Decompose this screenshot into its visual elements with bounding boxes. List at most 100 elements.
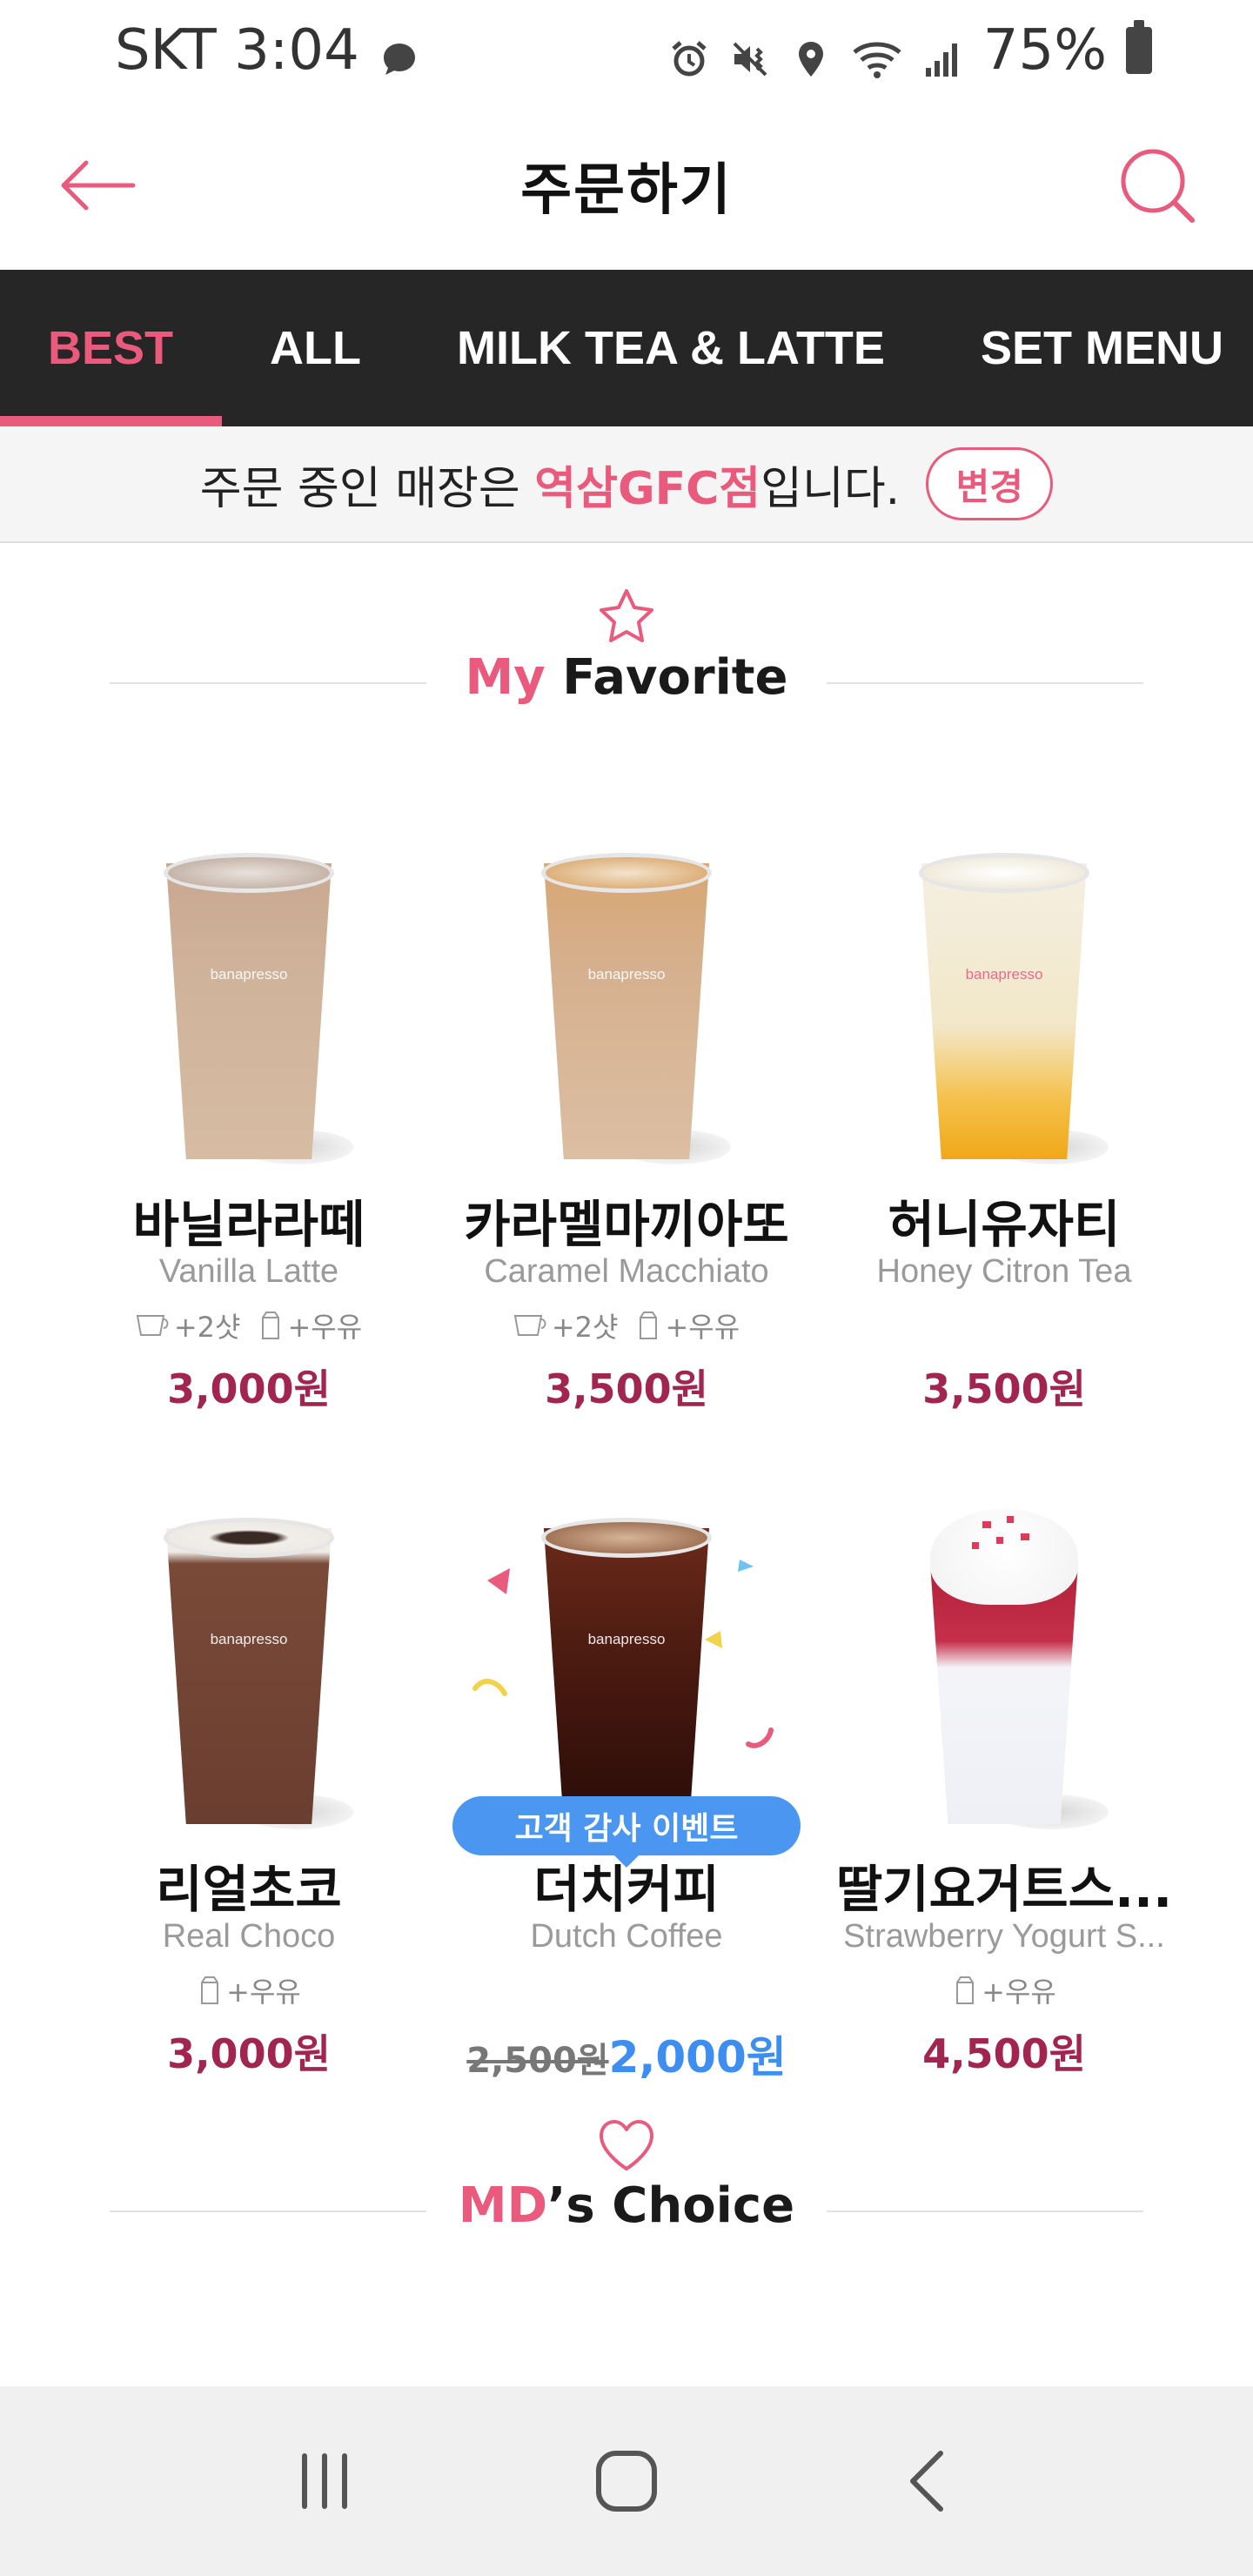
- product-card-vanilla-latte[interactable]: banapresso 바닐라라떼 Vanilla Latte +2샷 +우유 3…: [66, 844, 432, 1471]
- product-price: 3,000원: [167, 2030, 331, 2077]
- product-name-ko: 리얼초코: [156, 1860, 342, 1919]
- status-right: 75%: [668, 18, 1152, 83]
- status-bar: SKT 3:04 75%: [0, 0, 1253, 101]
- md-choice-title: MD’s Choice: [0, 2177, 1253, 2234]
- status-left: SKT 3:04: [115, 18, 420, 83]
- cup-icon: [513, 1315, 546, 1336]
- product-price: 4,500원: [922, 2030, 1086, 2077]
- location-icon: [790, 30, 832, 77]
- drink-image: banapresso: [891, 844, 1117, 1166]
- option-milk: +우유: [258, 1305, 362, 1345]
- original-price: 2,500원: [466, 2041, 609, 2081]
- option-shot-label: +2샷: [551, 1311, 619, 1344]
- recent-apps-icon: [302, 2453, 348, 2509]
- option-milk: +우유: [952, 1970, 1056, 2010]
- option-milk: +우유: [635, 1305, 740, 1345]
- option-milk-label: +우유: [982, 1976, 1056, 2009]
- drink-image: banapresso: [513, 844, 740, 1166]
- option-shot: +2샷: [513, 1305, 619, 1345]
- cup-logo: banapresso: [587, 966, 666, 983]
- event-badge: 고객 감사 이벤트: [452, 1796, 801, 1855]
- milk-carton-icon: [640, 1311, 658, 1339]
- alarm-icon: [668, 30, 710, 77]
- favorite-section-heading: My Favorite: [0, 587, 1253, 726]
- tab-milk-tea-latte[interactable]: MILK TEA & LATTE: [409, 270, 933, 426]
- tab-best[interactable]: BEST: [0, 270, 223, 426]
- page-title: 주문하기: [520, 158, 733, 223]
- heart-icon: [600, 2120, 653, 2170]
- product-name-en: Honey Citron Tea: [876, 1253, 1132, 1290]
- cup-logo: banapresso: [210, 966, 288, 983]
- product-name-ko: 더치커피: [533, 1860, 720, 1919]
- vibrate-mute-icon: [729, 30, 771, 77]
- cup-logo: banapresso: [210, 1631, 288, 1647]
- search-button[interactable]: [1114, 142, 1201, 229]
- store-text: 주문 중인 매장은 역삼GFC점입니다.: [200, 452, 900, 517]
- milk-carton-icon: [956, 1976, 975, 2004]
- product-card-dutch-coffee[interactable]: banapresso 고객 감사 이벤트 더치커피 Dutch Coffee 2…: [444, 1509, 809, 2136]
- drink-image: banapresso: [472, 1509, 774, 1831]
- strawberry-bits: [972, 1516, 1029, 1549]
- search-icon: [1121, 149, 1195, 223]
- tab-set-menu[interactable]: SET MENU: [933, 270, 1253, 426]
- product-card-strawberry-yogurt[interactable]: 딸기요거트스... Strawberry Yogurt S... +우유 4,5…: [821, 1509, 1187, 2136]
- favorite-title-accent: My: [465, 649, 546, 706]
- cup-logo: banapresso: [965, 966, 1043, 983]
- arrow-left-icon: [61, 160, 136, 211]
- category-tab-bar: BEST ALL MILK TEA & LATTE SET MENU: [0, 270, 1253, 426]
- md-choice-section-heading: MD’s Choice: [0, 2115, 1253, 2254]
- favorite-title-text: Favorite: [545, 649, 788, 706]
- signal-icon: [922, 30, 964, 77]
- option-shot-label: +2샷: [173, 1311, 241, 1344]
- recent-apps-button[interactable]: [272, 2429, 377, 2533]
- home-button[interactable]: [574, 2429, 679, 2533]
- tab-all[interactable]: ALL: [222, 270, 409, 426]
- chevron-left-icon: [909, 2451, 943, 2512]
- option-milk: +우유: [197, 1970, 301, 2010]
- cup-rim: [164, 1518, 334, 1558]
- product-name-ko: 딸기요거트스...: [835, 1860, 1173, 1919]
- cup-rim: [164, 853, 334, 893]
- cup: [544, 863, 709, 1159]
- cup-rim: [541, 853, 712, 893]
- product-price: 2,500원2,000원: [444, 2023, 809, 2085]
- store-name: 역삼GFC점: [534, 462, 761, 515]
- cup: [544, 1528, 709, 1824]
- product-name-ko: 카라멜마끼아또: [464, 1195, 789, 1254]
- product-name-en: Dutch Coffee: [530, 1918, 723, 1955]
- system-back-button[interactable]: [876, 2429, 981, 2533]
- milk-carton-icon: [201, 1976, 219, 2004]
- option-milk-label: +우유: [226, 1976, 301, 2009]
- product-name-ko: 바닐라라떼: [132, 1195, 365, 1254]
- app-header: 주문하기: [0, 101, 1253, 270]
- favorite-title: My Favorite: [0, 649, 1253, 706]
- cup: [166, 863, 332, 1159]
- product-price: 3,500원: [922, 1365, 1086, 1412]
- drink-image: banapresso: [136, 1509, 362, 1831]
- cup-icon: [136, 1315, 169, 1336]
- change-store-button[interactable]: 변경: [926, 447, 1054, 520]
- back-button[interactable]: [54, 142, 141, 229]
- battery-icon: [1126, 20, 1152, 74]
- star-icon: [600, 589, 653, 642]
- product-options: +2샷 +우유: [66, 1305, 432, 1345]
- md-choice-title-accent: MD: [458, 2177, 548, 2234]
- md-choice-title-text: ’s Choice: [547, 2177, 795, 2234]
- product-name-en: Strawberry Yogurt S...: [843, 1918, 1165, 1955]
- sale-price: 2,000원: [608, 2032, 787, 2083]
- home-icon: [595, 2451, 657, 2512]
- product-price: 3,000원: [167, 1365, 331, 1412]
- product-card-honey-citron-tea[interactable]: banapresso 허니유자티 Honey Citron Tea 3,500원: [821, 844, 1187, 1471]
- system-nav-bar: [0, 2386, 1253, 2576]
- store-prefix: 주문 중인 매장은: [199, 462, 520, 515]
- product-card-real-choco[interactable]: banapresso 리얼초코 Real Choco +우유 3,000원: [66, 1509, 432, 2136]
- carrier-time: SKT 3:04: [115, 18, 359, 83]
- product-options: +2샷 +우유: [444, 1305, 809, 1345]
- product-name-en: Real Choco: [162, 1918, 336, 1955]
- store-info-bar: 주문 중인 매장은 역삼GFC점입니다. 변경: [0, 426, 1253, 543]
- drink-image: banapresso: [136, 844, 362, 1166]
- product-name-ko: 허니유자티: [888, 1195, 1121, 1254]
- cup-rim: [919, 853, 1089, 893]
- wifi-icon: [851, 30, 903, 78]
- product-card-caramel-macchiato[interactable]: banapresso 카라멜마끼아또 Caramel Macchiato +2샷…: [444, 844, 809, 1471]
